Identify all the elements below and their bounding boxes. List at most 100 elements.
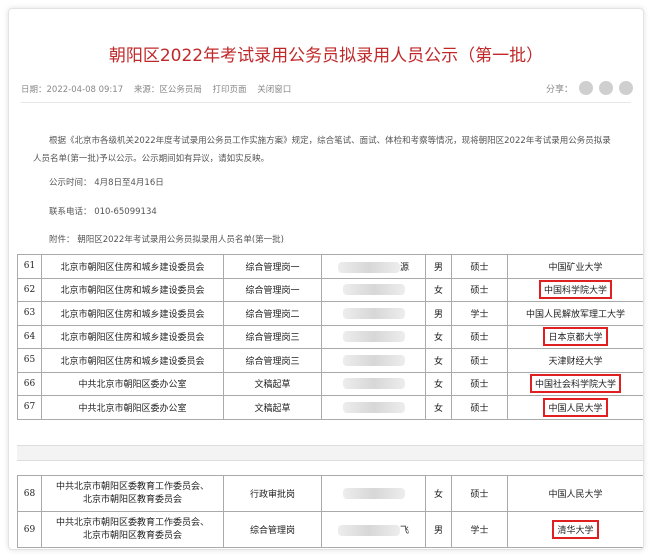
degree-cell: 硕士 — [451, 371, 508, 396]
org-cell: 中共北京市朝阳区委办公室 — [41, 395, 224, 420]
table-row: 69 中共北京市朝阳区委教育工作委员会、 北京市朝阳区教育委员会 综合管理岗飞男学士清… — [17, 511, 643, 548]
weibo-share-icon[interactable] — [599, 81, 613, 95]
degree-cell: 硕士 — [451, 324, 508, 349]
degree-cell: 学士 — [451, 511, 508, 548]
table-row: 68 中共北京市朝阳区委教育工作委员会、 北京市朝阳区教育委员会 行政审批岗女硕士 中国… — [17, 475, 643, 512]
highlighted-school: 清华大学 — [552, 520, 599, 539]
article-frame: 朝阳区2022年考试录用公务员拟录用人员公示（第一批） 日期：2022-04-0… — [8, 8, 644, 550]
school-cell: 中国人民解放军理工大学 — [507, 301, 643, 326]
row-number: 63 — [17, 301, 42, 326]
row-number: 67 — [17, 395, 42, 420]
org-line: 中共北京市朝阳区委教育工作委员会、 — [55, 481, 209, 492]
row-number: 62 — [17, 277, 42, 302]
name-tail: 源 — [399, 262, 409, 273]
paragraph-line: 根据《北京市各级机关2022年度考试录用公务员工作实施方案》规定，综合笔试、面试… — [49, 136, 611, 146]
degree-cell: 学士 — [451, 301, 508, 326]
gender-cell: 男 — [425, 254, 452, 279]
redacted-name — [342, 307, 405, 319]
post-cell: 综合管理岗二 — [223, 301, 322, 326]
qq-share-icon[interactable] — [619, 81, 633, 95]
org-cell: 北京市朝阳区住房和城乡建设委员会 — [41, 348, 224, 373]
gender-cell: 女 — [425, 371, 452, 396]
attachment-link[interactable]: 附件： 朝阳区2022年考试录用公务员拟录用人员名单(第一批) — [49, 233, 284, 245]
school-cell: 日本京都大学 — [507, 324, 643, 349]
redacted-name — [342, 378, 405, 390]
school-cell: 中国科学院大学 — [507, 277, 643, 302]
org-cell: 中共北京市朝阳区委教育工作委员会、 北京市朝阳区教育委员会 — [41, 511, 224, 548]
table-row: 64 北京市朝阳区住房和城乡建设委员会 综合管理岗三 女硕士 日本京都大学 — [17, 324, 643, 349]
school: 天津财经大学 — [548, 356, 603, 367]
post-cell: 综合管理岗 — [223, 511, 322, 548]
school: 中国人民大学 — [548, 490, 603, 500]
org-cell: 北京市朝阳区住房和城乡建设委员会 — [41, 277, 224, 302]
name-cell: 源 — [321, 254, 426, 279]
org-cell: 中共北京市朝阳区委教育工作委员会、 北京市朝阳区教育委员会 — [41, 475, 224, 512]
row-number: 64 — [17, 324, 42, 349]
meta-date: 日期：2022-04-08 09:17 — [21, 85, 124, 95]
name-tail: 飞 — [399, 526, 409, 536]
article-paragraph: 根据《北京市各级机关2022年度考试录用公务员工作实施方案》规定，综合笔试、面试… — [33, 132, 643, 168]
article-meta: 日期：2022-04-08 09:17 来源：区公务员局 打印页面 关闭窗口 — [21, 83, 299, 95]
redacted-name — [342, 488, 405, 499]
gender-cell: 女 — [425, 475, 452, 512]
table-row: 66 中共北京市朝阳区委办公室 文稿起草 女硕士 中国社会科学院大学 — [17, 371, 643, 396]
redacted-name — [342, 401, 405, 413]
name-cell: 飞 — [321, 511, 426, 548]
candidate-table-continued: 68 中共北京市朝阳区委教育工作委员会、 北京市朝阳区教育委员会 行政审批岗女硕士 中国… — [17, 475, 643, 548]
org-line: 中共北京市朝阳区委教育工作委员会、 — [55, 517, 209, 528]
row-number: 61 — [17, 254, 42, 279]
table-row: 62 北京市朝阳区住房和城乡建设委员会 综合管理岗一 女硕士 中国科学院大学 — [17, 277, 643, 302]
row-number: 69 — [17, 511, 42, 548]
redacted-name — [342, 284, 405, 296]
notice-period: 公示时间： 4月8日至4月16日 — [49, 178, 164, 188]
row-number: 65 — [17, 348, 42, 373]
gender-cell: 男 — [425, 511, 452, 548]
print-link[interactable]: 打印页面 — [213, 85, 247, 95]
redacted-name — [342, 354, 405, 366]
close-link[interactable]: 关闭窗口 — [257, 85, 291, 95]
school: 中国人民解放军理工大学 — [525, 309, 625, 320]
post-cell: 综合管理岗一 — [223, 277, 322, 302]
post-cell: 文稿起草 — [223, 371, 322, 396]
school-cell: 中国社会科学院大学 — [507, 371, 643, 396]
org-cell: 北京市朝阳区住房和城乡建设委员会 — [41, 324, 224, 349]
name-cell — [321, 371, 426, 396]
candidate-table: 61 北京市朝阳区住房和城乡建设委员会 综合管理岗一源男硕士 中国矿业大学 62 北京市朝… — [17, 254, 643, 420]
table-row: 63 北京市朝阳区住房和城乡建设委员会 综合管理岗二 男学士 中国人民解放军理工大学 — [17, 301, 643, 326]
degree-cell: 硕士 — [451, 348, 508, 373]
school-cell: 天津财经大学 — [507, 348, 643, 373]
highlighted-school: 中国科学院大学 — [538, 280, 612, 300]
school-cell: 中国矿业大学 — [507, 254, 643, 279]
post-cell: 文稿起草 — [223, 395, 322, 420]
school: 中国矿业大学 — [548, 262, 603, 273]
post-cell: 综合管理岗三 — [223, 348, 322, 373]
degree-cell: 硕士 — [451, 395, 508, 420]
name-cell — [321, 348, 426, 373]
name-cell — [321, 301, 426, 326]
row-number: 66 — [17, 371, 42, 396]
gender-cell: 女 — [425, 324, 452, 349]
redacted-name — [337, 525, 400, 536]
org-line: 北京市朝阳区教育委员会 — [82, 530, 182, 541]
degree-cell: 硕士 — [451, 277, 508, 302]
table-row: 61 北京市朝阳区住房和城乡建设委员会 综合管理岗一 源 男硕士 中国矿业大学 — [17, 254, 643, 279]
name-cell — [321, 324, 426, 349]
gender-cell: 女 — [425, 395, 452, 420]
gender-cell: 女 — [425, 348, 452, 373]
table-row: 65 北京市朝阳区住房和城乡建设委员会 综合管理岗三 女硕士 天津财经大学 — [17, 348, 643, 373]
post-cell: 综合管理岗一 — [223, 254, 322, 279]
org-cell: 北京市朝阳区住房和城乡建设委员会 — [41, 301, 224, 326]
divider — [21, 102, 631, 103]
school-cell: 中国人民大学 — [507, 475, 643, 512]
share-bar: 分享： — [546, 81, 633, 95]
school-cell: 中国人民大学 — [507, 395, 643, 420]
post-cell: 综合管理岗三 — [223, 324, 322, 349]
table-row: 67 中共北京市朝阳区委办公室 文稿起草 女硕士 中国人民大学 — [17, 395, 643, 420]
share-label: 分享： — [545, 84, 573, 95]
redacted-name — [342, 331, 405, 343]
highlighted-school: 日本京都大学 — [543, 327, 608, 347]
wechat-share-icon[interactable] — [579, 81, 593, 95]
org-cell: 中共北京市朝阳区委办公室 — [41, 371, 224, 396]
page-title: 朝阳区2022年考试录用公务员拟录用人员公示（第一批） — [108, 46, 544, 66]
name-cell — [321, 475, 426, 512]
